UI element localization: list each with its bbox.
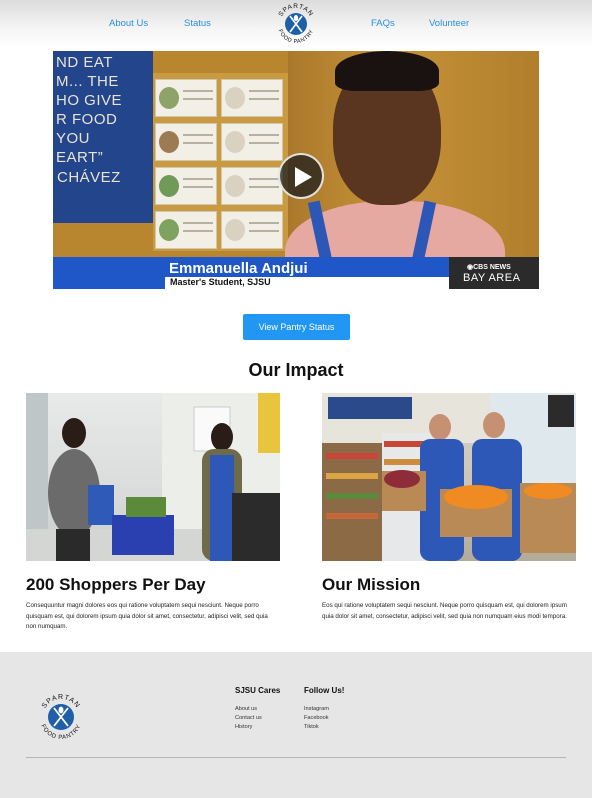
caption-name: Emmanuella Andjui bbox=[169, 260, 308, 277]
network-name: ◉CBS NEWS bbox=[467, 264, 511, 271]
site-header: About Us Status SPARTAN FOOD PANTRY FAQs… bbox=[0, 0, 592, 48]
footer-heading-sjsu-cares: SJSU Cares bbox=[235, 686, 281, 695]
shoppers-photo bbox=[26, 393, 280, 561]
nav-about-us[interactable]: About Us bbox=[109, 18, 148, 29]
spartan-logo[interactable]: SPARTAN FOOD PANTRY bbox=[272, 1, 320, 47]
footer-link-contact[interactable]: Contact us bbox=[235, 715, 262, 721]
footer-link-tiktok[interactable]: Tiktok bbox=[304, 724, 319, 730]
footer-divider bbox=[26, 757, 566, 758]
spartan-logo-icon: SPARTAN FOOD PANTRY bbox=[39, 694, 81, 741]
footer-logo[interactable]: SPARTAN FOOD PANTRY bbox=[34, 688, 88, 744]
footer-heading-follow-us: Follow Us! bbox=[304, 686, 345, 695]
quote-poster-text: ND EAT M... THE HO GIVE R FOOD YOU EART” bbox=[56, 54, 123, 166]
impact-card-title: Our Mission bbox=[322, 575, 421, 594]
footer-link-facebook[interactable]: Facebook bbox=[304, 715, 329, 721]
section-title: Our Impact bbox=[248, 360, 344, 380]
impact-card-text: Eos qui ratione voluptatem sequi nesciun… bbox=[322, 602, 567, 620]
caption-subtitle: Master's Student, SJSU bbox=[170, 277, 271, 287]
impact-card-text: Consequuntur magni dolores eos qui ratio… bbox=[26, 602, 268, 630]
site-footer bbox=[0, 652, 592, 798]
nav-status[interactable]: Status bbox=[184, 18, 211, 29]
play-button[interactable] bbox=[278, 153, 324, 199]
video-player[interactable]: ND EAT M... THE HO GIVE R FOOD YOU EART”… bbox=[53, 51, 539, 289]
footer-link-about[interactable]: About us bbox=[235, 706, 257, 712]
quote-poster-author: CHÁVEZ bbox=[57, 169, 121, 186]
nav-volunteer[interactable]: Volunteer bbox=[429, 18, 469, 29]
spartan-logo-icon: SPARTAN FOOD PANTRY bbox=[277, 3, 315, 45]
view-pantry-status-button[interactable]: View Pantry Status bbox=[243, 314, 350, 340]
network-region: BAY AREA bbox=[463, 272, 521, 284]
quote-poster: ND EAT M... THE HO GIVE R FOOD YOU EART”… bbox=[53, 51, 153, 223]
nav-faqs[interactable]: FAQs bbox=[371, 18, 395, 29]
bulletin-board bbox=[153, 73, 288, 251]
footer-link-history[interactable]: History bbox=[235, 724, 252, 730]
impact-card-title: 200 Shoppers Per Day bbox=[26, 575, 206, 594]
play-icon bbox=[295, 167, 312, 187]
footer-link-instagram[interactable]: Instagram bbox=[304, 706, 329, 712]
mission-photo bbox=[322, 393, 576, 561]
